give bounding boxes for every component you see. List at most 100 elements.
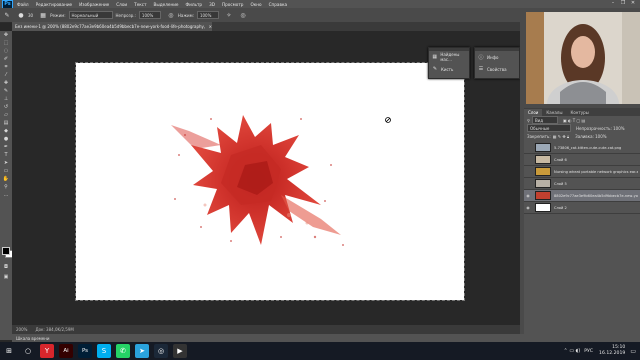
panel-item-info[interactable]: ⓘ Инфо [475,51,519,63]
timeline-label[interactable]: Шкала времени [16,336,49,341]
type-tool-icon[interactable]: T [0,151,12,159]
layer-row[interactable]: 5-73806_cat-kitten-cute-cute-cat.png [524,142,640,154]
menu-image[interactable]: Изображение [79,2,109,7]
menu-text[interactable]: Текст [134,2,146,7]
marquee-tool-icon[interactable]: ⬚ [0,39,12,47]
lock-icons[interactable]: ▦ ✎ ✥ 🔒︎ [553,134,569,139]
crop-tool-icon[interactable]: ⌗ [0,63,12,71]
menu-file[interactable]: Файл [17,2,29,7]
filter-search-icon[interactable]: ⚲ [527,118,530,123]
photoshop-icon[interactable]: Ps [78,344,92,358]
brush-size[interactable]: 30 [28,13,33,18]
brush-cursor-icon [385,117,391,123]
menu-window[interactable]: Окно [250,2,261,7]
stamp-tool-icon[interactable]: ⊥ [0,95,12,103]
menu-help[interactable]: Справка [269,2,287,7]
foreground-color[interactable] [2,247,10,255]
tab-layers[interactable]: Слои [524,109,543,116]
video-editor-icon[interactable]: ▶ [173,344,187,358]
layer-fill[interactable]: Заливка: 100% [575,134,606,139]
layer-list: 5-73806_cat-kitten-cute-cute-cat.png Слой… [524,142,640,214]
blur-tool-icon[interactable]: ◆ [0,127,12,135]
panel-item-swatches[interactable]: ▦ Найдены мас... [429,51,469,63]
document-tab[interactable]: Без имени-1 @ 200% (8802e9c77ae3e9b60ea4… [12,22,212,31]
layer-row[interactable]: ◉ 8802e9c77ae3e9b60ea4b5d9bbecb7e-new-yor… [524,190,640,202]
layer-row[interactable]: ◉ Слой 2 [524,202,640,214]
layer-kind-select[interactable]: Вид [531,116,558,124]
steam-icon[interactable]: ◎ [154,344,168,358]
pressure-opacity-icon[interactable]: ◎ [167,11,175,19]
quick-mask-icon[interactable]: ◘ [0,263,12,271]
telegram-icon[interactable]: ➤ [135,344,149,358]
notifications-icon[interactable]: ▭ [630,348,636,355]
webcam-overlay [526,12,640,104]
tab-paths[interactable]: Контуры [566,109,592,116]
yandex-browser-icon[interactable]: Y [40,344,54,358]
pen-tool-icon[interactable]: ✒ [0,143,12,151]
layer-name[interactable]: Слой 2 [554,206,638,210]
start-icon[interactable]: ⊞ [2,344,16,358]
layer-name[interactable]: 5-73806_cat-kitten-cute-cute-cat.png [554,146,638,150]
tab-close-icon[interactable]: × [209,24,212,29]
skype-icon[interactable]: S [97,344,111,358]
zoom-tool-icon[interactable]: ⚲ [0,183,12,191]
flow-field[interactable]: 100% [196,11,219,19]
brush-preset-icon[interactable]: ● [17,11,25,19]
zoom-level[interactable]: 200% [16,327,27,332]
pressure-size-icon[interactable]: ◎ [239,11,247,19]
illustrator-icon[interactable]: Ai [59,344,73,358]
menu-view[interactable]: Просмотр [222,2,244,7]
lasso-tool-icon[interactable]: ◌ [0,47,12,55]
panel-item-properties[interactable]: ☰ Свойства [475,63,519,75]
mode-select[interactable]: Нормальный [68,11,113,19]
history-brush-tool-icon[interactable]: ↺ [0,103,12,111]
layer-name[interactable]: Nursing wheat portable network graphics … [554,170,638,174]
document-info: Док: 384,0K/2,59M [35,327,74,332]
brush-tool-icon[interactable]: ✎ [0,87,12,95]
layer-opacity[interactable]: Непрозрачность: 100% [576,126,625,131]
hand-tool-icon[interactable]: ✋ [0,175,12,183]
eraser-tool-icon[interactable]: ▱ [0,111,12,119]
opacity-field[interactable]: 100% [138,11,161,19]
maximize-button[interactable]: ❐ [618,0,628,6]
menu-3d[interactable]: 3D [209,2,215,7]
screen-mode-icon[interactable]: ▣ [0,273,12,281]
brush-panel-icon[interactable]: ▦ [39,11,47,19]
layer-row[interactable]: Nursing wheat portable network graphics … [524,166,640,178]
quick-select-tool-icon[interactable]: ✐ [0,55,12,63]
clock[interactable]: 15:10 16.12.2019 [599,345,625,357]
close-button[interactable]: ✕ [628,0,638,6]
menu-layers[interactable]: Слои [116,2,127,7]
shape-tool-icon[interactable]: ▭ [0,167,12,175]
tray-icons[interactable]: ⌃ ▭ ◖) [564,348,581,354]
language-indicator[interactable]: РУС [584,349,593,354]
move-tool-icon[interactable]: ✥ [0,31,12,39]
layer-name[interactable]: 8802e9c77ae3e9b60ea4b5d9bbecb7e-new-york… [554,194,638,198]
path-select-tool-icon[interactable]: ➤ [0,159,12,167]
visibility-eye-icon[interactable]: ◉ [524,205,532,210]
filter-image-icon[interactable]: ▣ ◐ T ▢ ▤ [563,118,585,123]
airbrush-icon[interactable]: ✧ [225,11,233,19]
document-canvas[interactable] [75,62,465,301]
layer-name[interactable]: Слой 5 [554,182,638,186]
visibility-eye-icon[interactable]: ◉ [524,193,532,198]
layer-row[interactable]: Слой 6 [524,154,640,166]
layer-row[interactable]: Слой 5 [524,178,640,190]
layer-name[interactable]: Слой 6 [554,158,638,162]
minimize-button[interactable]: – [608,0,618,6]
whatsapp-icon[interactable]: ✆ [116,344,130,358]
menu-edit[interactable]: Редактирование [36,2,73,7]
menu-filter[interactable]: Фильтр [186,2,203,7]
search-icon[interactable]: ○ [21,344,35,358]
tab-channels[interactable]: Каналы [542,109,566,116]
healing-tool-icon[interactable]: ✚ [0,79,12,87]
panel-item-brush[interactable]: ✎ Кисть [429,63,469,75]
color-swatches[interactable] [2,247,13,258]
dodge-tool-icon[interactable]: ● [0,135,12,143]
gradient-tool-icon[interactable]: ▤ [0,119,12,127]
more-tools-icon[interactable]: … [0,191,12,199]
blend-mode-select[interactable]: Обычные [527,124,571,132]
eyedropper-tool-icon[interactable]: ⁄ [0,71,12,79]
menu-select[interactable]: Выделение [154,2,179,7]
brush-tool-icon[interactable]: ✎ [3,11,11,19]
